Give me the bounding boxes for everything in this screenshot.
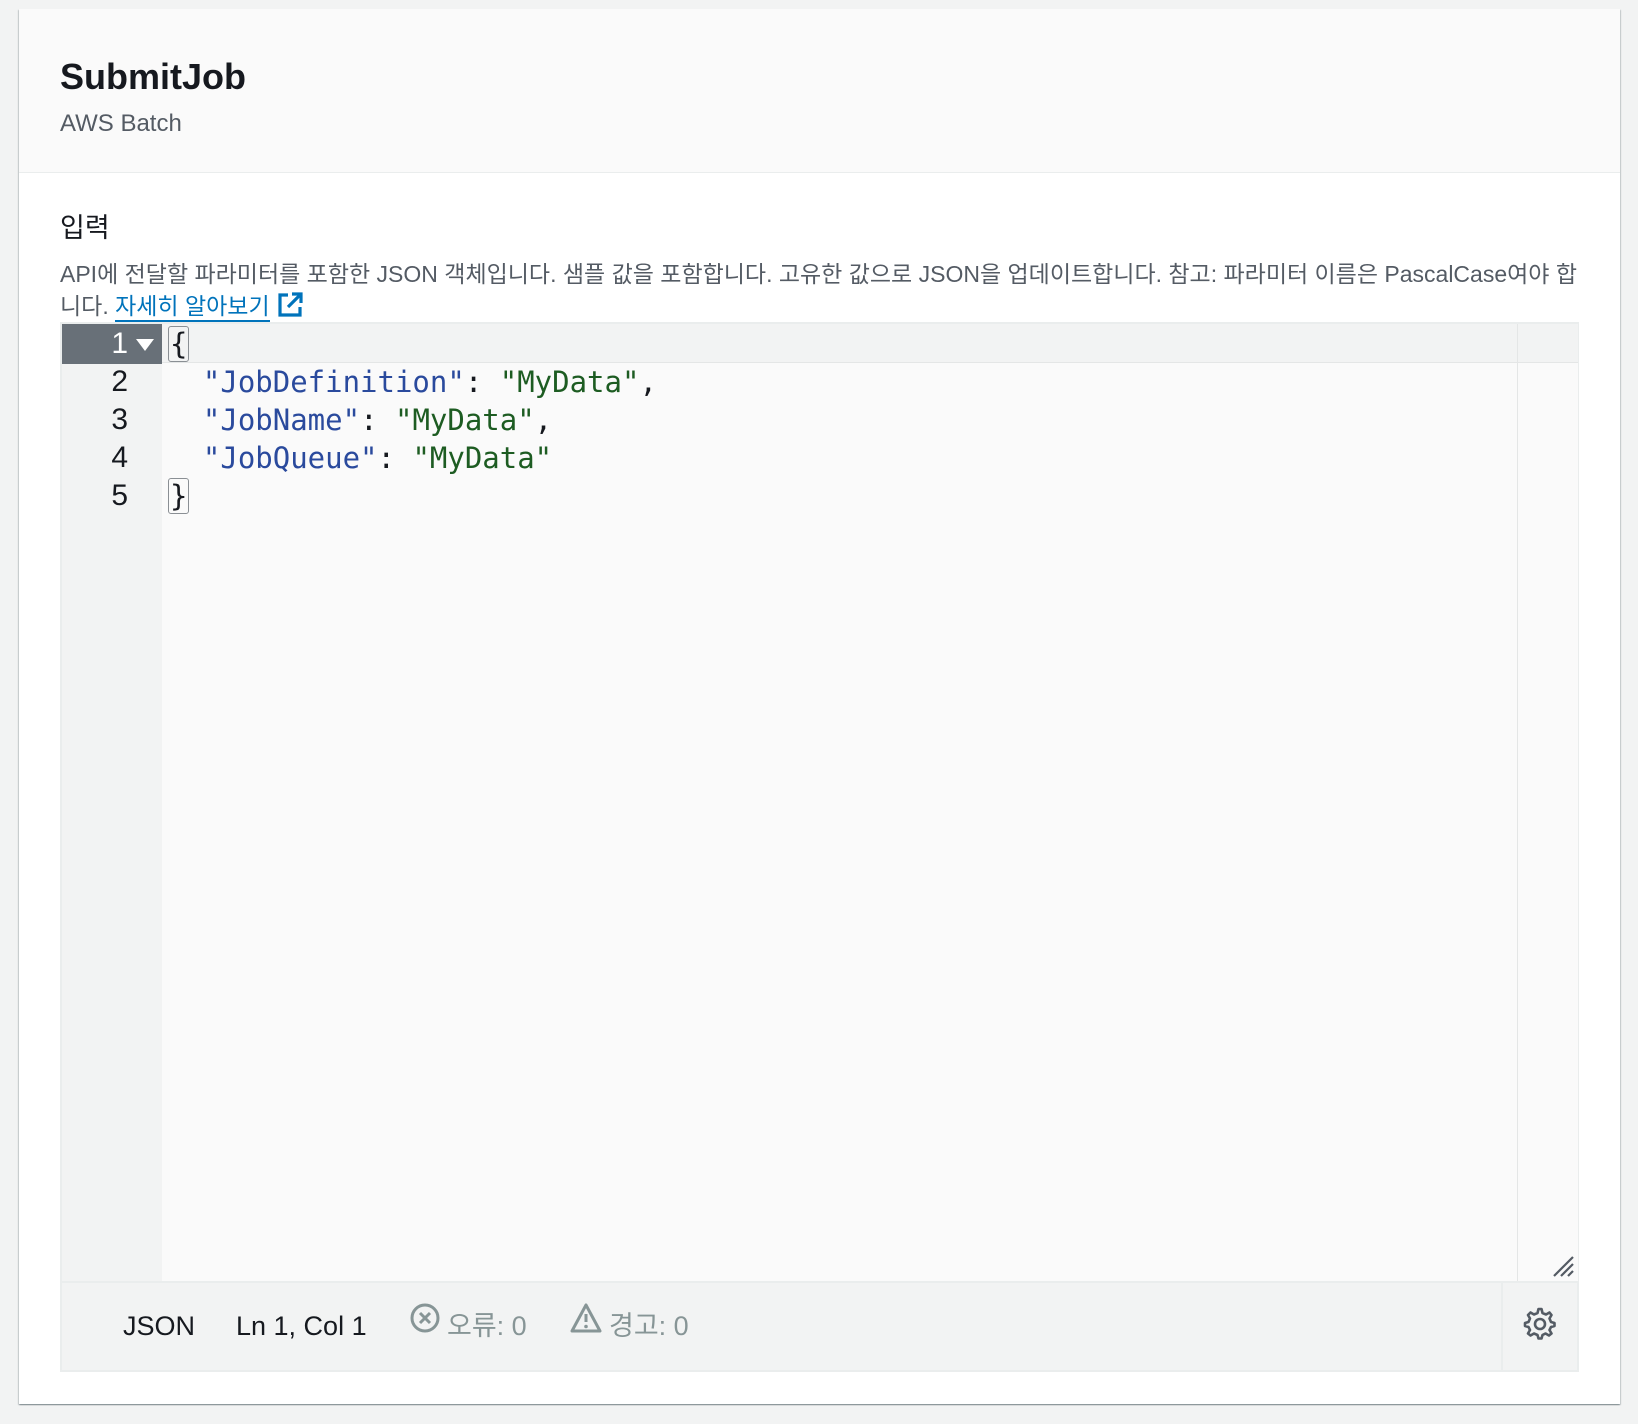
errors-count-label: 오류: 0 [447, 1311, 527, 1341]
right-margin-active-line [1518, 324, 1578, 363]
json-comma: , [534, 403, 553, 437]
json-value: "MyData" [394, 403, 535, 437]
errors-tab[interactable]: 오류: 0 [409, 1283, 527, 1370]
panel-header: SubmitJob AWS Batch [19, 9, 1620, 173]
json-code-editor[interactable]: 1 2 3 4 5 { "JobDefinition": "MyData", "… [60, 322, 1579, 1372]
editor-settings-button[interactable] [1501, 1283, 1577, 1370]
warning-triangle-icon [569, 1282, 603, 1369]
error-circle-icon [409, 1282, 441, 1369]
cursor-position: Ln 1, Col 1 [236, 1311, 367, 1341]
code-line[interactable]: "JobQueue": "MyData" [168, 438, 552, 478]
json-comma: , [639, 365, 657, 399]
json-colon: : [360, 403, 395, 437]
json-key: "JobName" [202, 403, 361, 437]
code-text-area[interactable]: { "JobDefinition": "MyData", "JobName": … [162, 324, 1522, 1281]
code-line[interactable]: { [168, 324, 190, 364]
input-field-description: API에 전달할 파라미터를 포함한 JSON 객체입니다. 샘플 값을 포함합… [60, 258, 1590, 327]
resize-handle-icon[interactable] [1552, 1255, 1574, 1277]
editor-right-margin [1517, 324, 1578, 1281]
line-number: 3 [111, 403, 128, 436]
learn-more-link[interactable]: 자세히 알아보기 [115, 293, 270, 322]
active-line-highlight [162, 324, 1522, 363]
json-value: "MyData" [412, 441, 553, 475]
json-key: "JobQueue" [202, 441, 378, 475]
json-value: "MyData" [499, 365, 640, 399]
json-colon: : [377, 441, 413, 475]
page-title: SubmitJob [60, 56, 246, 97]
gear-icon [1523, 1307, 1557, 1346]
line-number: 4 [111, 441, 128, 474]
line-number-gutter: 1 2 3 4 5 [62, 324, 162, 1281]
warnings-count-label: 경고: 0 [609, 1311, 689, 1341]
submit-job-panel: SubmitJob AWS Batch 입력 API에 전달할 파라미터를 포함… [19, 9, 1620, 1404]
service-subtitle: AWS Batch [60, 110, 182, 137]
json-colon: : [464, 365, 500, 399]
language-indicator: JSON [123, 1311, 196, 1341]
line-number: 2 [111, 365, 128, 398]
warnings-tab[interactable]: 경고: 0 [569, 1283, 689, 1370]
close-brace: } [168, 478, 190, 514]
code-line[interactable]: "JobDefinition": "MyData", [168, 362, 657, 402]
line-number: 5 [111, 479, 128, 512]
code-line[interactable]: } [168, 476, 190, 516]
fold-arrow-icon[interactable] [136, 339, 154, 351]
input-field-label: 입력 [60, 213, 110, 243]
open-brace: { [168, 326, 190, 362]
line-number: 1 [111, 327, 128, 360]
code-line[interactable]: "JobName": "MyData", [168, 400, 552, 440]
json-key: "JobDefinition" [202, 365, 465, 399]
editor-status-bar: JSON Ln 1, Col 1 오류: 0 경고: 0 [62, 1281, 1577, 1370]
